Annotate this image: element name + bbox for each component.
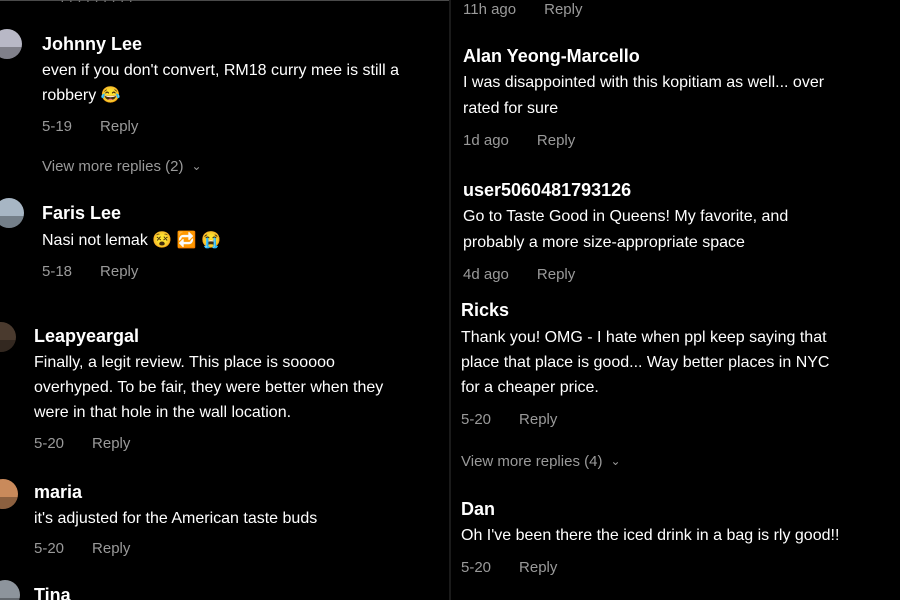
comment-date: 5-20	[461, 559, 492, 576]
reply-button[interactable]: Reply	[544, 1, 582, 18]
comment-text: Go to Taste Good in Queens! My favorite,…	[463, 208, 789, 225]
comment-text: Oh I've been there the iced drink in a b…	[461, 527, 840, 544]
comment-text: rated for sure	[463, 100, 559, 117]
chevron-down-icon: ⌄	[191, 159, 202, 173]
comment-username[interactable]: Alan Yeong-Marcello	[463, 46, 640, 67]
comment-text: even if you don't convert, RM18 curry me…	[42, 62, 399, 79]
comment-meta: 5-20 Reply	[461, 411, 557, 428]
avatar[interactable]	[0, 29, 22, 59]
reply-button[interactable]: Reply	[92, 435, 130, 452]
comment-date: 5-20	[461, 411, 492, 428]
comment-username[interactable]: Dan	[461, 499, 495, 520]
comment-username[interactable]: Johnny Lee	[42, 34, 142, 55]
reply-button[interactable]: Reply	[519, 559, 557, 576]
reply-button[interactable]: Reply	[100, 263, 138, 280]
comment-date: 5-18	[42, 263, 73, 280]
comment-username[interactable]: user5060481793126	[463, 180, 631, 201]
comment-meta: 4d ago Reply	[463, 266, 575, 283]
comment-date: 4d ago	[463, 266, 509, 283]
chevron-down-icon: ⌄	[610, 454, 621, 468]
view-more-replies-button[interactable]: View more replies (4) ⌄	[461, 453, 621, 470]
avatar[interactable]	[0, 198, 24, 228]
comment-text: it's adjusted for the American taste bud…	[34, 510, 318, 527]
comment-meta: 5-20 Reply	[34, 540, 130, 557]
reply-button[interactable]: Reply	[92, 540, 130, 557]
avatar[interactable]	[0, 322, 16, 352]
comment-text: Finally, a legit review. This place is s…	[34, 354, 335, 371]
comment-meta: 5-19 Reply	[42, 118, 138, 135]
comment-meta: 1d ago Reply	[463, 132, 575, 149]
reply-button[interactable]: Reply	[519, 411, 557, 428]
avatar[interactable]	[0, 479, 18, 509]
reply-button[interactable]: Reply	[100, 118, 138, 135]
comment-text: I was disappointed with this kopitiam as…	[463, 74, 825, 91]
avatar[interactable]	[0, 580, 20, 600]
cropped-top-text: · · · · · · · · ·	[60, 0, 134, 8]
comment-username[interactable]: maria	[34, 482, 82, 503]
comment-text: Thank you! OMG - I hate when ppl keep sa…	[461, 329, 827, 346]
comment-text: robbery 😂	[42, 87, 121, 104]
comment-meta: 5-20 Reply	[461, 559, 557, 576]
reply-button[interactable]: Reply	[537, 266, 575, 283]
view-more-label: View more replies (2)	[42, 158, 184, 175]
view-more-label: View more replies (4)	[461, 453, 603, 470]
comment-text: overhyped. To be fair, they were better …	[34, 379, 384, 396]
comment-username[interactable]: Leapyeargal	[34, 326, 139, 347]
comment-meta: 5-20 Reply	[34, 435, 130, 452]
comment-username[interactable]: Faris Lee	[42, 203, 121, 224]
comment-text: were in that hole in the wall location.	[34, 404, 292, 421]
comment-date: 1d ago	[463, 132, 509, 149]
comment-username[interactable]: Tina	[34, 585, 71, 600]
view-more-replies-button[interactable]: View more replies (2) ⌄	[42, 158, 202, 175]
comment-text: Nasi not lemak 😵 🔁 😭	[42, 232, 221, 249]
left-comment-panel: · · · · · · · · · Johnny Lee even if you…	[0, 0, 449, 600]
reply-button[interactable]: Reply	[537, 132, 575, 149]
comment-date: 5-19	[42, 118, 73, 135]
comment-date: 5-20	[34, 540, 65, 557]
comment-date: 5-20	[34, 435, 65, 452]
right-comment-panel: 11h ago Reply Alan Yeong-Marcello I was d…	[451, 0, 900, 600]
comment-text: place that place is good... Way better p…	[461, 354, 830, 371]
comment-username[interactable]: Ricks	[461, 300, 509, 321]
comment-meta: 5-18 Reply	[42, 263, 138, 280]
comment-date: 11h ago	[463, 1, 517, 18]
comment-text: for a cheaper price.	[461, 379, 599, 396]
comment-meta: 11h ago Reply	[463, 1, 582, 18]
comment-text: probably a more size-appropriate space	[463, 234, 745, 251]
